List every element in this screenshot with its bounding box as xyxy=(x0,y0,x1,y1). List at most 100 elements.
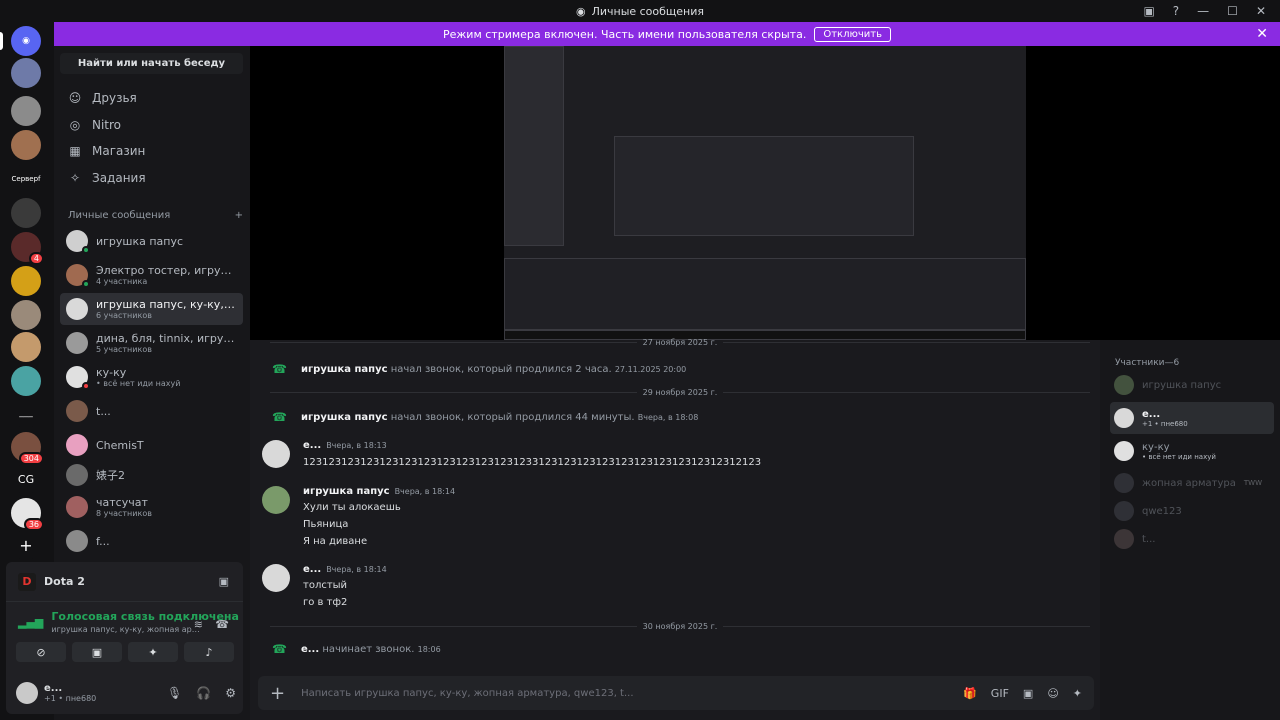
server-icon-2[interactable] xyxy=(11,96,41,126)
home-discord-icon[interactable]: ◉ xyxy=(11,26,41,56)
dm-item[interactable]: f... xyxy=(60,525,243,557)
dm-item[interactable]: чатсучат 8 участников xyxy=(60,491,243,523)
dm-item[interactable]: игрушка папус xyxy=(60,225,243,257)
stream-screen xyxy=(504,46,1026,340)
avatar xyxy=(66,400,88,422)
server-icon-4[interactable]: Серверf xyxy=(11,164,41,194)
dm-item-active[interactable]: игрушка папус, ку-ку, жопн...6 участнико… xyxy=(60,293,243,325)
add-server-button[interactable]: + xyxy=(11,530,41,560)
phone-icon: ☎ xyxy=(272,362,287,376)
avatar[interactable] xyxy=(262,486,290,514)
member-item[interactable]: qwe123 xyxy=(1110,498,1274,524)
home-pill xyxy=(0,32,3,50)
stream-view[interactable] xyxy=(250,46,1280,340)
noise-suppression-icon[interactable]: ≋ xyxy=(194,618,203,631)
window-controls: ▣ ? — ☐ ✕ xyxy=(1143,0,1280,22)
close-banner-icon[interactable]: ✕ xyxy=(1256,26,1268,42)
avatar xyxy=(66,366,90,390)
nitro-icon: ◎ xyxy=(69,118,81,132)
main-area: 27 ноября 2025 г. ☎ игрушка папус начал … xyxy=(250,46,1280,720)
stream-game-icon[interactable]: ▣ xyxy=(219,575,229,588)
avatar xyxy=(1114,408,1134,428)
chat-messages: 27 ноября 2025 г. ☎ игрушка папус начал … xyxy=(250,338,1100,720)
avatar xyxy=(1114,501,1134,521)
server-icon-1[interactable] xyxy=(11,58,41,88)
gif-icon[interactable]: GIF xyxy=(991,687,1009,700)
avatar xyxy=(66,298,88,320)
server-icon-14[interactable]: 36 xyxy=(11,498,44,531)
message-composer: + Написать игрушка папус, ку-ку, жопная … xyxy=(258,676,1094,710)
headphones-icon[interactable]: 🎧 xyxy=(196,686,211,700)
inbox-icon[interactable]: ▣ xyxy=(1143,4,1154,18)
dm-item[interactable]: 婊子2 xyxy=(60,459,243,491)
disable-streamer-button[interactable]: Отключить xyxy=(814,26,891,42)
avatar xyxy=(66,434,88,456)
activities-button[interactable]: ✦ xyxy=(128,642,178,662)
microphone-icon[interactable]: 🎙 xyxy=(167,686,182,700)
dm-item[interactable]: Электро тостер, игрушка п...4 участника xyxy=(60,259,243,291)
close-window-button[interactable]: ✕ xyxy=(1256,4,1266,18)
discord-icon: ◉ xyxy=(575,4,586,18)
user-panel: D Dota 2 ▣ ▂▄▆ Голосовая связь подключен… xyxy=(6,562,243,714)
nav-nitro[interactable]: ◎ Nitro xyxy=(60,113,243,137)
attach-plus-icon[interactable]: + xyxy=(270,683,285,704)
quests-icon: ✧ xyxy=(69,171,81,185)
avatar xyxy=(66,332,88,354)
dm-item[interactable]: t... xyxy=(60,395,243,427)
soundboard-button[interactable]: ♪ xyxy=(184,642,234,662)
member-item-hovered[interactable]: е... +1 • пне680 xyxy=(1110,402,1274,434)
apps-icon[interactable]: ✦ xyxy=(1073,687,1082,700)
call-message: ☎ е... начинает звонок. 18:06 xyxy=(272,642,441,656)
dm-item[interactable]: ChemisT xyxy=(60,429,243,461)
dm-item[interactable]: дина, бля, tinnix, игрушка п...5 участни… xyxy=(60,327,243,359)
streamer-mode-banner: Режим стримера включен. Часть имени поль… xyxy=(54,22,1280,46)
server-icon-3[interactable] xyxy=(11,130,41,160)
emoji-icon[interactable]: ☺ xyxy=(1047,687,1058,700)
server-icon-11[interactable]: ___ xyxy=(11,398,41,428)
call-message: ☎ игрушка папус начал звонок, который пр… xyxy=(272,362,687,376)
server-icon-8[interactable] xyxy=(11,300,41,330)
avatar xyxy=(1114,375,1134,395)
help-icon[interactable]: ? xyxy=(1173,4,1179,18)
avatar xyxy=(1114,529,1134,549)
settings-icon[interactable]: ⚙ xyxy=(225,686,236,700)
voice-actions: ⊘ ▣ ✦ ♪ xyxy=(16,642,234,662)
create-dm-icon[interactable]: + xyxy=(235,210,243,221)
server-icon-9[interactable] xyxy=(11,332,41,362)
user-row: е... +1 • пне680 🎙 🎧 ⚙ xyxy=(16,678,236,708)
server-icon-13[interactable]: CG xyxy=(11,464,41,494)
server-icon-7[interactable] xyxy=(11,266,41,296)
server-icon-12[interactable]: 304 xyxy=(11,432,44,465)
disconnect-icon[interactable]: ☎ xyxy=(215,618,229,631)
member-item[interactable]: ку-ку • всё нет иди нахуй xyxy=(1110,436,1274,466)
date-divider: 29 ноября 2025 г. xyxy=(270,386,1090,398)
avatar[interactable] xyxy=(262,440,290,468)
server-icon-6[interactable]: 4 xyxy=(11,232,44,265)
camera-off-button[interactable]: ⊘ xyxy=(16,642,66,662)
avatar xyxy=(66,230,90,254)
gift-icon[interactable]: 🎁 xyxy=(963,687,977,700)
member-item[interactable]: жопная арматура TWW xyxy=(1110,470,1274,496)
server-icon-10[interactable] xyxy=(11,366,41,396)
screen-share-button[interactable]: ▣ xyxy=(72,642,122,662)
activity-row: D Dota 2 ▣ xyxy=(6,562,243,602)
member-item[interactable]: t... xyxy=(1110,526,1274,552)
nav-quests[interactable]: ✧ Задания xyxy=(60,166,243,190)
nav-friends[interactable]: ☺ Друзья xyxy=(60,86,243,110)
signal-icon: ▂▄▆ xyxy=(18,615,44,629)
nav-shop[interactable]: ▦ Магазин xyxy=(60,139,243,163)
dota-icon: D xyxy=(18,572,36,591)
sticker-icon[interactable]: ▣ xyxy=(1023,687,1033,700)
avatar xyxy=(66,496,88,518)
message-input[interactable]: Написать игрушка папус, ку-ку, жопная ар… xyxy=(301,688,947,699)
avatar[interactable] xyxy=(16,682,38,704)
dm-item[interactable]: ку-ку • всё нет иди нахуй xyxy=(60,361,243,393)
member-item[interactable]: игрушка папус xyxy=(1110,372,1274,398)
avatar[interactable] xyxy=(262,564,290,592)
minimize-button[interactable]: — xyxy=(1197,4,1209,18)
friends-icon: ☺ xyxy=(68,91,82,105)
maximize-button[interactable]: ☐ xyxy=(1227,4,1238,18)
date-divider: 27 ноября 2025 г. xyxy=(270,336,1090,348)
server-icon-5[interactable] xyxy=(11,198,41,228)
find-conversation-button[interactable]: Найти или начать беседу xyxy=(60,53,243,74)
